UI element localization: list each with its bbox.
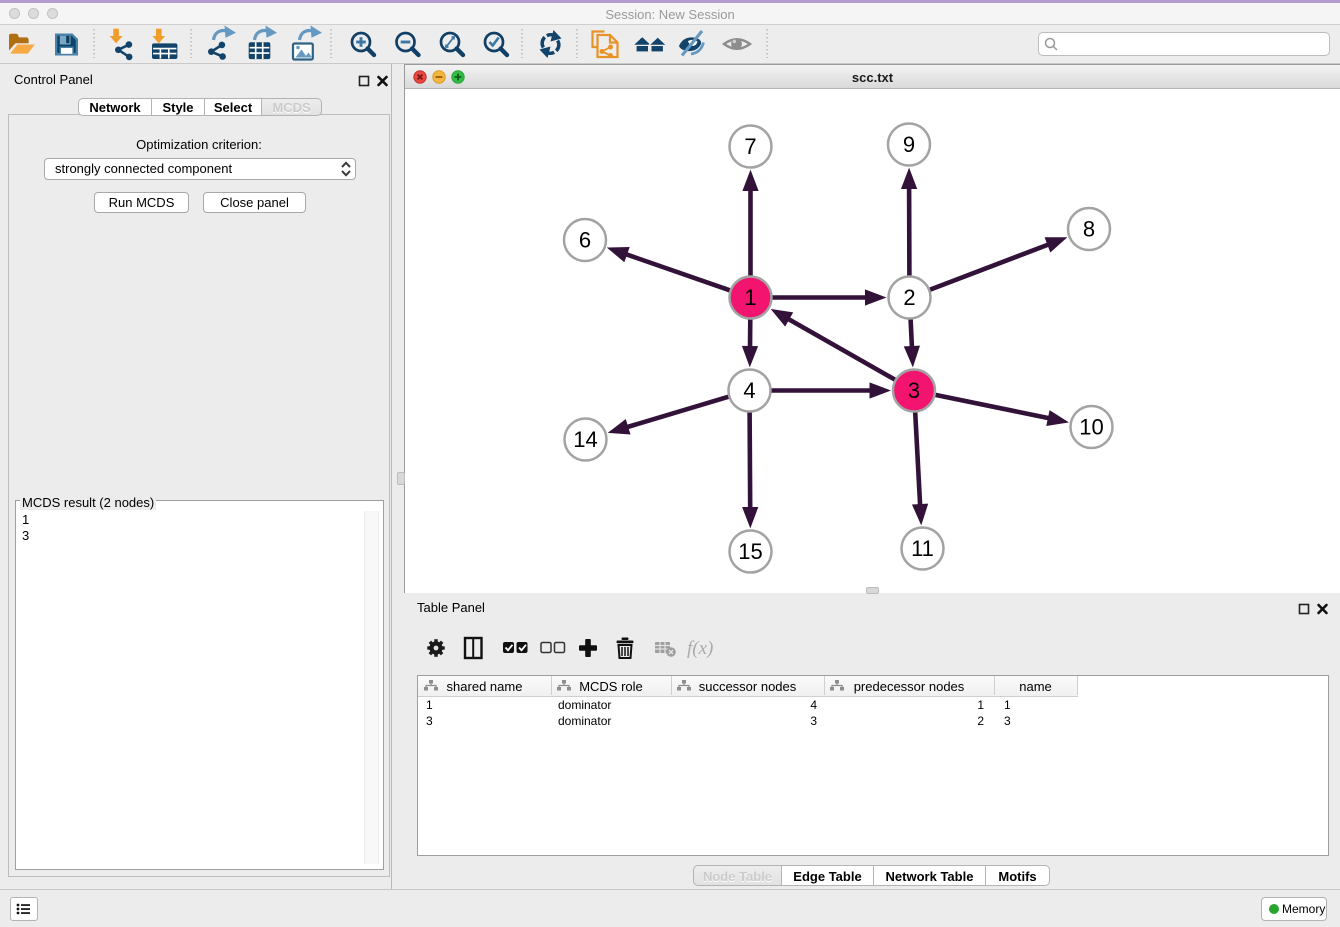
svg-text:4: 4 <box>743 378 755 403</box>
svg-text:8: 8 <box>1083 217 1095 242</box>
svg-text:3: 3 <box>908 378 920 403</box>
svg-text:10: 10 <box>1079 415 1103 440</box>
svg-text:11: 11 <box>911 536 934 561</box>
svg-text:14: 14 <box>573 427 597 452</box>
svg-text:15: 15 <box>738 539 762 564</box>
svg-text:6: 6 <box>579 228 591 253</box>
svg-text:f(x): f(x) <box>687 638 713 659</box>
svg-text:2: 2 <box>903 285 915 310</box>
svg-text:9: 9 <box>903 132 915 157</box>
svg-text:1: 1 <box>744 285 756 310</box>
svg-text:7: 7 <box>744 134 756 159</box>
